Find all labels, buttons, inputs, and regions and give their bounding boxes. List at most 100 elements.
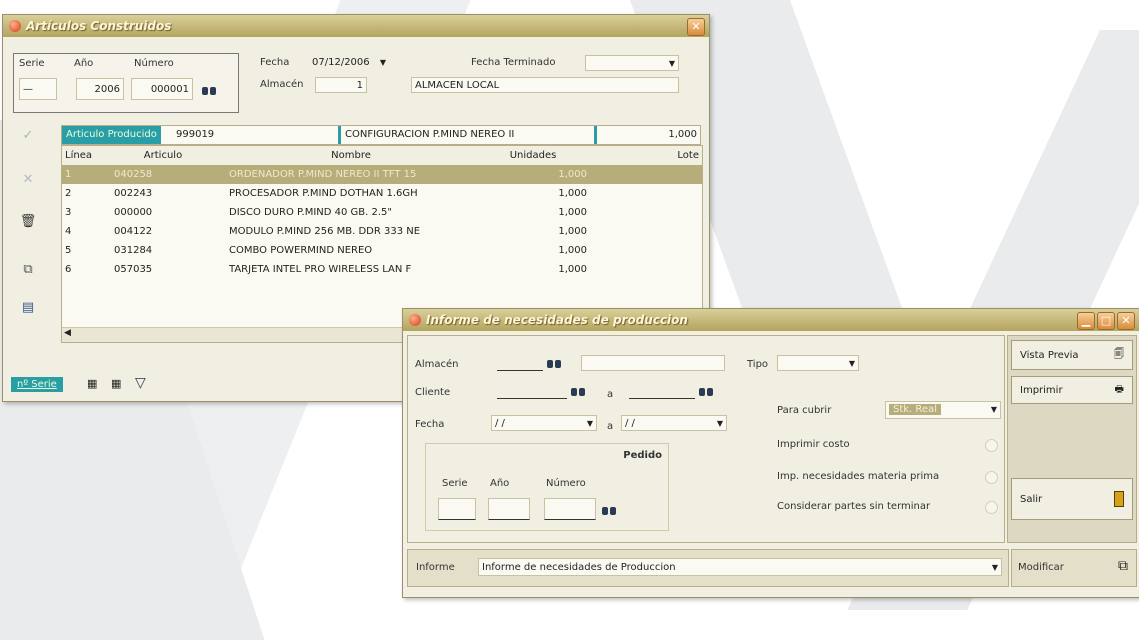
row-articulo: 057035 [114,264,153,275]
row-linea: 1 [65,169,72,180]
cancel-x-icon[interactable]: ✕ [19,171,37,189]
informe-select[interactable]: Informe de necesidades de Produccion ▼ [478,558,1002,576]
almacen-field[interactable] [497,355,543,371]
para-cubrir-select[interactable]: Stk. Real ▼ [885,401,1001,419]
close-button[interactable]: ✕ [1117,312,1135,330]
informe-label: Informe [416,562,455,573]
search-numero-icon[interactable] [202,84,216,95]
almacen-field[interactable]: 1 [315,77,367,93]
col-unidades[interactable]: Unidades [476,146,590,165]
row-lote [590,222,702,241]
tipo-select[interactable]: ▼ [777,355,859,371]
row-linea: 2 [65,188,72,199]
search-almacen-icon[interactable] [547,357,561,368]
numero-label: Número [546,478,586,489]
fecha-from-field[interactable]: / / ▼ [491,415,597,431]
document-id-group: Serie Año Número — 2006 000001 [13,53,239,113]
bg-band [960,30,1139,330]
col-lote[interactable]: Lote [590,146,702,165]
row-linea: 5 [65,245,72,256]
window-title: Artículos Construidos [26,19,172,33]
para-cubrir-label: Para cubrir [777,405,832,416]
dropdown-arrow-icon: ▼ [379,58,386,67]
table-row[interactable]: 1 040258 ORDENADOR P.MIND NEREO II TFT 1… [62,165,702,184]
vista-previa-button[interactable]: Vista Previa 🗐 [1011,340,1133,370]
producido-qty: 1,000 [594,126,697,144]
table-row[interactable]: 4 004122 MODULO P.MIND 256 MB. DDR 333 N… [62,222,702,241]
search-cliente-to-icon[interactable] [699,385,713,396]
row-lote [590,165,702,184]
almacen-label: Almacén [415,359,459,370]
row-lote [590,241,702,260]
fecha-terminado-field[interactable]: ▼ [585,55,679,71]
edit-copy-icon: ⧉ [1118,558,1128,574]
table-row[interactable]: 2 002243 PROCESADOR P.MIND DOTHAN 1.6GH … [62,184,702,203]
dropdown-arrow-icon: ▼ [716,419,723,428]
fecha-from-value: / / [495,418,505,429]
grid-view-alt-icon[interactable]: ▦ [111,377,121,390]
confirm-check-icon[interactable]: ✓ [19,127,37,145]
title-bar[interactable]: Informe de necesidades de produccion ▁ □… [403,309,1139,331]
row-linea: 4 [65,226,72,237]
numero-label: Número [134,58,174,69]
almacen-label: Almacén [260,79,304,90]
row-nombre: DISCO DURO P.MIND 40 GB. 2.5" [229,207,393,218]
informe-bar: Informe Informe de necesidades de Produc… [407,549,1009,587]
maximize-button[interactable]: □ [1097,312,1115,330]
col-nombre[interactable]: Nombre [226,146,476,165]
producido-bar: Articulo Producido 999019 CONFIGURACION … [61,125,701,145]
informe-value: Informe de necesidades de Produccion [482,562,676,573]
copy-icon[interactable]: ⧉ [19,261,37,279]
numero-field[interactable]: 000001 [131,78,193,100]
producido-name: CONFIGURACION P.MIND NEREO II [338,126,514,144]
considerar-radio[interactable] [985,501,998,514]
serie-field[interactable]: — [19,78,57,100]
pedido-numero-field[interactable] [544,498,596,520]
imprimir-costo-radio[interactable] [985,439,998,452]
imp-necesidades-radio[interactable] [985,471,998,484]
scroll-left-icon[interactable]: ◀ [64,328,71,338]
col-linea[interactable]: Línea [62,146,100,165]
pedido-anio-field[interactable] [488,498,530,520]
dropdown-arrow-icon: ▼ [586,419,593,428]
table-row[interactable]: 6 057035 TARJETA INTEL PRO WIRELESS LAN … [62,260,702,279]
printer-icon: 🖶 [1114,383,1124,395]
cliente-to-field[interactable] [629,383,695,399]
salir-button[interactable]: Salir [1011,478,1133,520]
close-button[interactable]: ✕ [687,18,705,36]
imp-necesidades-label: Imp. necesidades materia prima [777,471,940,482]
nserie-tab[interactable]: nº Serie [11,377,63,392]
cliente-from-field[interactable] [497,383,567,399]
almacen-name-field [581,355,725,371]
filter-icon[interactable]: ▽ [135,375,146,391]
imprimir-button[interactable]: Imprimir 🖶 [1011,376,1133,404]
imprimir-label: Imprimir [1020,384,1063,396]
fecha-to-field[interactable]: / / ▼ [621,415,727,431]
exit-door-icon [1114,491,1124,507]
grid-view-icon[interactable]: ▦ [87,377,97,390]
row-articulo: 004122 [114,226,153,237]
producido-code[interactable]: 999019 [176,126,214,144]
table-row[interactable]: 5 031284 COMBO POWERMIND NEREO 1,000 [62,241,702,260]
table-edit-icon[interactable]: ▤ [19,299,37,317]
row-unidades: 1,000 [558,169,587,180]
dropdown-arrow-icon: ▼ [990,405,997,414]
almacen-name-field: ALMACEN LOCAL [411,77,679,93]
modificar-button[interactable]: Modificar ⧉ [1011,549,1137,587]
fecha-terminado-label: Fecha Terminado [471,57,556,68]
serie-label: Serie [442,478,468,489]
col-articulo[interactable]: Articulo [100,146,226,165]
minimize-button[interactable]: ▁ [1077,312,1095,330]
table-row[interactable]: 3 000000 DISCO DURO P.MIND 40 GB. 2.5" 1… [62,203,702,222]
search-cliente-from-icon[interactable] [571,385,585,396]
search-pedido-icon[interactable] [602,504,616,515]
pedido-serie-field[interactable] [438,498,476,520]
row-articulo: 031284 [114,245,153,256]
anio-field[interactable]: 2006 [76,78,124,100]
fecha-field[interactable]: 07/12/2006 ▼ [309,55,389,71]
row-unidades: 1,000 [558,226,587,237]
a-label: a [607,389,614,400]
title-bar[interactable]: Artículos Construidos ✕ [3,15,709,37]
dropdown-arrow-icon: ▼ [991,563,998,572]
delete-trash-icon[interactable]: 🗑 [19,213,37,231]
